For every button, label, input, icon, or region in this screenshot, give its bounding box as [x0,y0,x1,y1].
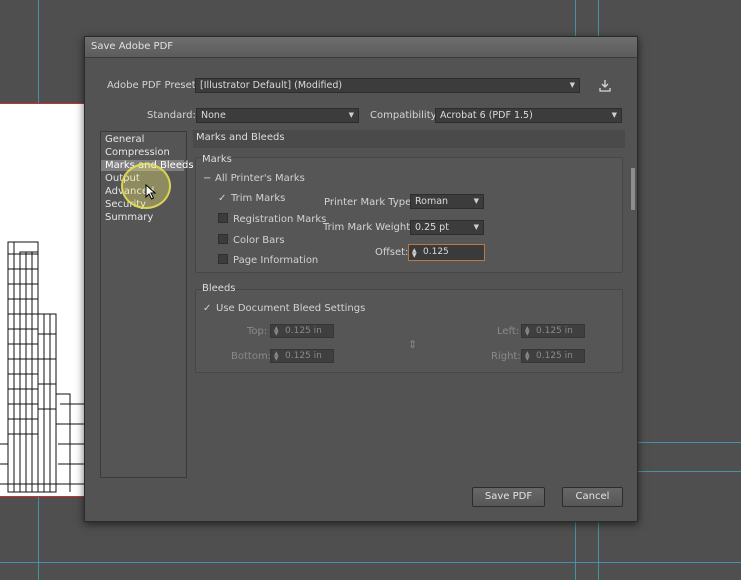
offset-stepper[interactable]: ▲ ▼ 0.125 [408,244,485,261]
standard-label: Standard: [147,110,196,121]
checkbox-box [218,254,228,264]
save-preset-icon[interactable] [598,79,612,93]
standard-dropdown[interactable]: None ▼ [196,108,359,123]
color-bars-checkbox[interactable]: Color Bars [218,234,285,246]
chevron-down-icon: ▼ [473,197,479,205]
mouse-pointer-icon [145,184,157,200]
page-information-label: Page Information [233,255,319,266]
preset-label: Adobe PDF Preset: [107,80,200,91]
bleed-bottom-value: 0.125 in [285,351,322,361]
nav-item-compression[interactable]: Compression [105,147,170,158]
preset-dropdown[interactable]: [Illustrator Default] (Modified) ▼ [195,78,580,93]
stepper-arrows-icon: ▲ ▼ [525,350,530,362]
dialog-title: Save Adobe PDF [91,41,174,52]
chevron-down-icon: ▼ [473,223,479,231]
printer-mark-type-dropdown[interactable]: Roman ▼ [410,194,484,209]
compatibility-label: Compatibility: [370,110,440,121]
cancel-button[interactable]: Cancel [562,487,623,507]
artboard [0,103,87,497]
panel-title: Marks and Bleeds [196,132,285,143]
bleed-right-label: Right: [491,351,521,362]
compatibility-dropdown[interactable]: Acrobat 6 (PDF 1.5) ▼ [435,108,622,123]
trim-marks-label: Trim Marks [231,193,286,204]
bleed-bottom-label: Bottom: [231,351,272,362]
building-artwork [0,241,86,493]
checkmark-icon: ✓ [203,303,212,314]
all-printers-marks-checkbox[interactable]: − All Printer's Marks [203,173,305,184]
bleed-top-label: Top: [247,326,268,337]
printer-mark-type-value: Roman [415,196,449,207]
link-chain-icon[interactable]: ⇕ [408,338,417,351]
save-pdf-dialog: Save Adobe PDF Adobe PDF Preset: [Illust… [84,36,638,522]
checkbox-box [218,213,228,223]
offset-value: 0.125 [423,247,449,257]
bleed-bottom-stepper[interactable]: ▲ ▼ 0.125 in [270,349,334,363]
use-doc-bleed-checkbox[interactable]: ✓ Use Document Bleed Settings [203,303,365,314]
bleed-right-value: 0.125 in [536,351,573,361]
checkmark-icon: ✓ [218,193,227,204]
stepper-arrows-icon: ▲ ▼ [412,247,417,259]
dialog-titlebar[interactable]: Save Adobe PDF [85,37,637,58]
offset-label: Offset: [375,247,409,258]
stepper-arrows-icon: ▲ ▼ [274,325,279,337]
nav-item-summary[interactable]: Summary [105,212,153,223]
bleed-left-stepper[interactable]: ▲ ▼ 0.125 in [521,324,585,338]
trim-marks-checkbox[interactable]: ✓ Trim Marks [218,193,285,204]
marks-legend: Marks [202,154,232,165]
trim-mark-weight-dropdown[interactable]: 0.25 pt ▼ [410,220,484,235]
stepper-arrows-icon: ▲ ▼ [274,350,279,362]
page-information-checkbox[interactable]: Page Information [218,254,318,266]
preset-value: [Illustrator Default] (Modified) [200,80,343,91]
registration-marks-label: Registration Marks [233,214,327,225]
compatibility-value: Acrobat 6 (PDF 1.5) [440,110,533,121]
standard-value: None [201,110,226,121]
panel-scrollbar[interactable] [631,168,635,210]
use-doc-bleed-label: Use Document Bleed Settings [216,303,366,314]
registration-marks-checkbox[interactable]: Registration Marks [218,213,326,225]
bleed-left-label: Left: [497,326,520,337]
nav-item-general[interactable]: General [105,134,144,145]
bleed-top-stepper[interactable]: ▲ ▼ 0.125 in [270,324,334,338]
bleed-right-stepper[interactable]: ▲ ▼ 0.125 in [521,349,585,363]
chevron-down-icon: ▼ [348,111,354,119]
trim-mark-weight-label: Trim Mark Weight: [323,222,414,233]
collapse-minus-icon: − [203,173,212,184]
guide-horizontal [0,562,741,563]
bleeds-legend: Bleeds [202,283,236,294]
bleed-left-value: 0.125 in [536,326,573,336]
stepper-arrows-icon: ▲ ▼ [525,325,530,337]
save-pdf-button[interactable]: Save PDF [472,487,545,507]
color-bars-label: Color Bars [233,235,285,246]
printer-mark-type-label: Printer Mark Type: [324,197,415,208]
trim-mark-weight-value: 0.25 pt [415,222,449,233]
all-printers-marks-label: All Printer's Marks [215,173,305,184]
chevron-down-icon: ▼ [569,81,575,89]
checkbox-box [218,234,228,244]
chevron-down-icon: ▼ [611,111,617,119]
bleed-top-value: 0.125 in [285,326,322,336]
